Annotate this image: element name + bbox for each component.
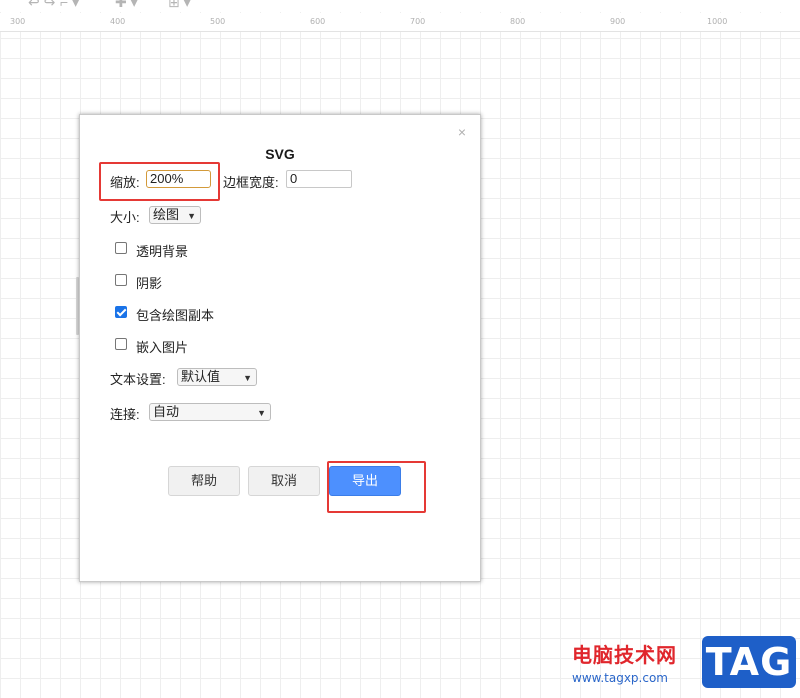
ruler-tick: 600 bbox=[310, 17, 326, 26]
cancel-button[interactable]: 取消 bbox=[248, 466, 320, 496]
shadow-checkbox[interactable] bbox=[115, 274, 127, 286]
watermark-url: www.tagxp.com bbox=[572, 671, 668, 685]
text-settings-label: 文本设置: bbox=[110, 372, 166, 387]
scale-input[interactable]: 200% bbox=[146, 170, 211, 188]
watermark-logo-text: TAG bbox=[705, 640, 793, 684]
ruler-tick: 1000 bbox=[707, 17, 728, 26]
scale-label: 缩放: bbox=[110, 175, 140, 190]
text-settings-select[interactable]: 默认值 ▼ bbox=[177, 368, 257, 386]
transparent-background-checkbox[interactable] bbox=[115, 242, 127, 254]
size-select-value: 绘图 bbox=[153, 207, 180, 222]
close-icon[interactable]: × bbox=[455, 125, 469, 139]
ruler-tick: 300 bbox=[10, 17, 26, 26]
embed-images-checkbox[interactable] bbox=[115, 338, 127, 350]
horizontal-ruler: 300 400 500 600 700 800 900 1000 bbox=[0, 13, 800, 32]
ruler-tick: 800 bbox=[510, 17, 526, 26]
watermark-logo: TAG bbox=[702, 636, 796, 688]
dialog-title: SVG bbox=[265, 146, 295, 162]
watermark-text: 电脑技术网 bbox=[572, 645, 677, 667]
embed-images-label: 嵌入图片 bbox=[136, 340, 189, 355]
export-button[interactable]: 导出 bbox=[329, 466, 401, 496]
include-diagram-copy-label: 包含绘图副本 bbox=[136, 308, 215, 323]
ruler-tick: 500 bbox=[210, 17, 226, 26]
chevron-down-icon: ▼ bbox=[257, 408, 266, 418]
top-toolbar: ↩ ↪ ⌐ ▾ ✚ ▾ ⊞ ▾ bbox=[0, 0, 800, 12]
size-select[interactable]: 绘图 ▼ bbox=[149, 206, 201, 224]
chevron-down-icon: ▼ bbox=[187, 211, 196, 221]
ruler-tick: 400 bbox=[110, 17, 126, 26]
chevron-down-icon: ▼ bbox=[243, 373, 252, 383]
svg-export-dialog: × SVG 缩放: 200% 边框宽度: 0 大小: 绘图 ▼ 透明背景 阴影 … bbox=[79, 114, 481, 582]
transparent-background-label: 透明背景 bbox=[136, 244, 189, 259]
toolbar-waypoint-icon[interactable]: ⌐ ▾ bbox=[60, 0, 79, 11]
border-width-input[interactable]: 0 bbox=[286, 170, 352, 188]
link-select-value: 自动 bbox=[153, 404, 180, 419]
ruler-tick: 900 bbox=[610, 17, 626, 26]
text-settings-select-value: 默认值 bbox=[181, 369, 221, 384]
link-select[interactable]: 自动 ▼ bbox=[149, 403, 271, 421]
toolbar-table-icon[interactable]: ⊞ ▾ bbox=[168, 0, 191, 11]
help-button[interactable]: 帮助 bbox=[168, 466, 240, 496]
ruler-tick: 700 bbox=[410, 17, 426, 26]
toolbar-arrows-icon[interactable]: ↩ ↪ bbox=[28, 0, 55, 11]
link-label: 连接: bbox=[110, 407, 140, 422]
include-diagram-copy-checkbox[interactable] bbox=[115, 306, 127, 318]
size-label: 大小: bbox=[110, 210, 140, 225]
toolbar-insert-icon[interactable]: ✚ ▾ bbox=[115, 0, 138, 11]
shadow-label: 阴影 bbox=[136, 276, 163, 291]
border-width-label: 边框宽度: bbox=[223, 175, 279, 190]
